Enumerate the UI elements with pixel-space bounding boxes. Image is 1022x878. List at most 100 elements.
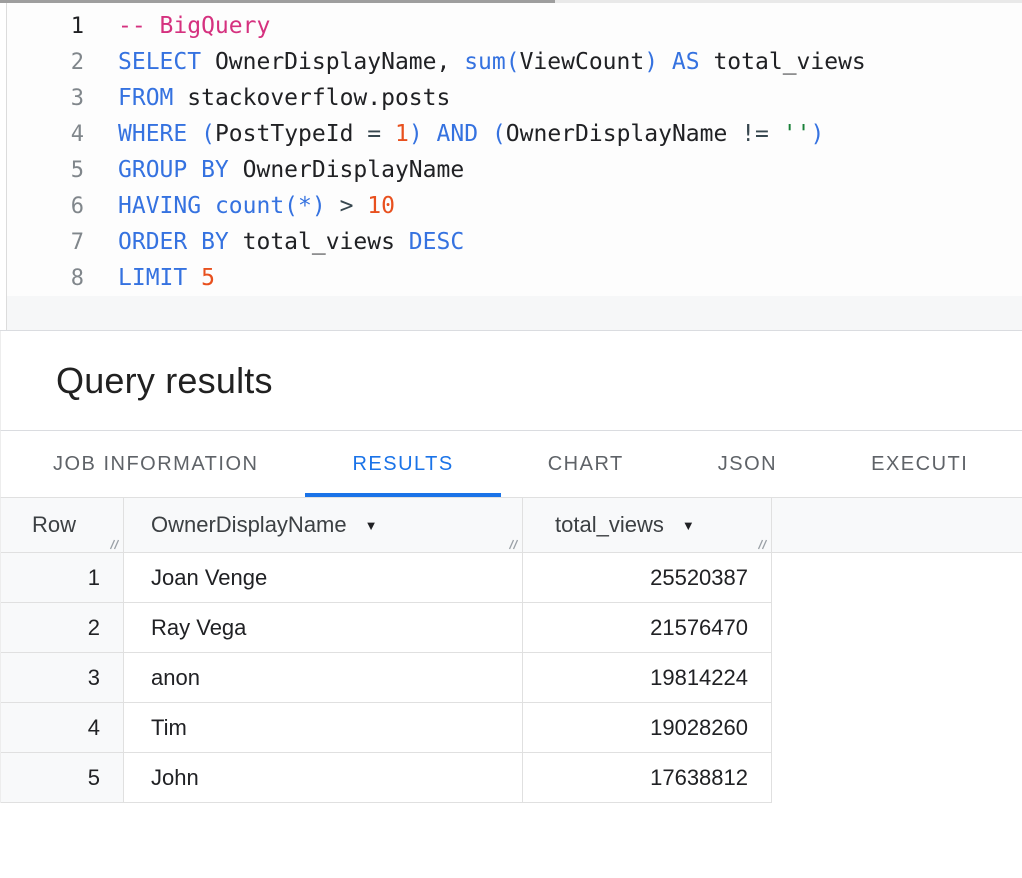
code-token: >	[340, 193, 368, 219]
owner-name-cell: Joan Venge	[124, 553, 523, 603]
table-body: 1Joan Venge255203872Ray Vega215764703ano…	[1, 553, 1022, 803]
code-token: OwnerDisplayName	[506, 121, 741, 147]
table-row: 2Ray Vega21576470	[1, 603, 773, 653]
code-line[interactable]: 3FROM stackoverflow.posts	[7, 80, 1022, 116]
sql-editor[interactable]: 1-- BigQuery2SELECT OwnerDisplayName, su…	[0, 3, 1022, 331]
code-token: )	[644, 49, 672, 75]
tab-results[interactable]: RESULTS	[305, 431, 500, 497]
code-text[interactable]: WHERE (PostTypeId = 1) AND (OwnerDisplay…	[118, 121, 824, 147]
code-token: count(*)	[215, 193, 340, 219]
code-token: (	[492, 121, 506, 147]
owner-name-cell: anon	[124, 653, 523, 703]
total-views-cell: 19814224	[523, 653, 772, 703]
query-results-header: Query results	[0, 331, 1022, 431]
table-row: 3anon19814224	[1, 653, 773, 703]
scrollbar-thumb[interactable]	[0, 0, 555, 3]
code-token: AS	[672, 49, 714, 75]
line-number: 8	[7, 266, 84, 291]
code-text[interactable]: HAVING count(*) > 10	[118, 193, 395, 219]
column-dropdown-icon[interactable]: ▼	[365, 518, 378, 533]
code-token: FROM	[118, 85, 187, 111]
code-line[interactable]: 6 HAVING count(*) > 10	[7, 188, 1022, 224]
code-token: ''	[783, 121, 811, 147]
column-resize-handle-icon[interactable]	[107, 538, 120, 550]
column-header-ownerdisplayname[interactable]: OwnerDisplayName ▼	[124, 498, 523, 552]
page-title: Query results	[56, 360, 273, 402]
code-token: AND	[437, 121, 492, 147]
table-row: 5John17638812	[1, 753, 773, 803]
total-views-cell: 17638812	[523, 753, 772, 803]
table-header-row: Row OwnerDisplayName ▼ total_views ▼	[1, 498, 1022, 553]
total-views-cell: 21576470	[523, 603, 772, 653]
tab-job-information[interactable]: JOB INFORMATION	[6, 431, 305, 497]
total-views-cell: 19028260	[523, 703, 772, 753]
line-number: 2	[7, 50, 84, 75]
code-token: LIMIT	[118, 265, 201, 291]
code-token: )	[810, 121, 824, 147]
code-lines[interactable]: 1-- BigQuery2SELECT OwnerDisplayName, su…	[7, 3, 1022, 296]
code-token: 5	[201, 265, 215, 291]
code-text[interactable]: LIMIT 5	[118, 265, 215, 291]
owner-name-cell: John	[124, 753, 523, 803]
row-number-cell: 4	[1, 703, 124, 753]
code-token: sum(	[464, 49, 519, 75]
code-token: ViewCount	[520, 49, 645, 75]
row-number-cell: 2	[1, 603, 124, 653]
row-number-cell: 1	[1, 553, 124, 603]
code-token: 10	[367, 193, 395, 219]
code-line[interactable]: 4WHERE (PostTypeId = 1) AND (OwnerDispla…	[7, 116, 1022, 152]
tab-json[interactable]: JSON	[671, 431, 824, 497]
column-header-total_views[interactable]: total_views ▼	[523, 498, 772, 552]
code-token: !=	[741, 121, 783, 147]
column-label: OwnerDisplayName	[151, 512, 347, 538]
code-token: total_views	[713, 49, 865, 75]
row-number-cell: 5	[1, 753, 124, 803]
table-row: 4Tim19028260	[1, 703, 773, 753]
code-token: =	[367, 121, 395, 147]
code-text[interactable]: ORDER BY total_views DESC	[118, 229, 464, 255]
code-text[interactable]: GROUP BY OwnerDisplayName	[118, 157, 464, 183]
code-token: (	[201, 121, 215, 147]
column-label: Row	[32, 512, 76, 538]
table-row: 1Joan Venge25520387	[1, 553, 773, 603]
editor-body[interactable]: 1-- BigQuery2SELECT OwnerDisplayName, su…	[7, 3, 1022, 330]
results-tabs: JOB INFORMATIONRESULTSCHARTJSONEXECUTI	[0, 431, 1022, 498]
column-header-row[interactable]: Row	[1, 498, 124, 552]
code-token: 1	[395, 121, 409, 147]
code-token: )	[409, 121, 437, 147]
results-table: Row OwnerDisplayName ▼ total_views ▼ 1Joan V…	[0, 498, 1022, 803]
code-token: SELECT	[118, 49, 215, 75]
code-token: -- BigQuery	[118, 13, 270, 39]
code-token: stackoverflow.posts	[187, 85, 450, 111]
line-number: 5	[7, 158, 84, 183]
code-token: GROUP BY	[118, 157, 243, 183]
code-token: PostTypeId	[215, 121, 367, 147]
tab-executi[interactable]: EXECUTI	[824, 431, 1015, 497]
code-line[interactable]: 7 ORDER BY total_views DESC	[7, 224, 1022, 260]
code-line[interactable]: 1-- BigQuery	[7, 8, 1022, 44]
column-label: total_views	[555, 512, 664, 538]
line-number: 6	[7, 194, 84, 219]
code-text[interactable]: SELECT OwnerDisplayName, sum(ViewCount) …	[118, 49, 866, 75]
code-token: WHERE	[118, 121, 201, 147]
owner-name-cell: Ray Vega	[124, 603, 523, 653]
line-number: 7	[7, 230, 84, 255]
column-resize-handle-icon[interactable]	[755, 538, 768, 550]
row-number-cell: 3	[1, 653, 124, 703]
code-line[interactable]: 8 LIMIT 5	[7, 260, 1022, 296]
code-line[interactable]: 5 GROUP BY OwnerDisplayName	[7, 152, 1022, 188]
code-token: DESC	[409, 229, 464, 255]
total-views-cell: 25520387	[523, 553, 772, 603]
code-token: OwnerDisplayName,	[215, 49, 464, 75]
code-token: total_views	[243, 229, 409, 255]
editor-left-margin	[0, 3, 7, 330]
tab-chart[interactable]: CHART	[501, 431, 671, 497]
code-text[interactable]: FROM stackoverflow.posts	[118, 85, 450, 111]
code-line[interactable]: 2 SELECT OwnerDisplayName, sum(ViewCount)…	[7, 44, 1022, 80]
column-dropdown-icon[interactable]: ▼	[682, 518, 695, 533]
owner-name-cell: Tim	[124, 703, 523, 753]
code-token: HAVING	[118, 193, 215, 219]
code-text[interactable]: -- BigQuery	[118, 13, 270, 39]
horizontal-scrollbar	[0, 0, 1022, 3]
column-resize-handle-icon[interactable]	[506, 538, 519, 550]
